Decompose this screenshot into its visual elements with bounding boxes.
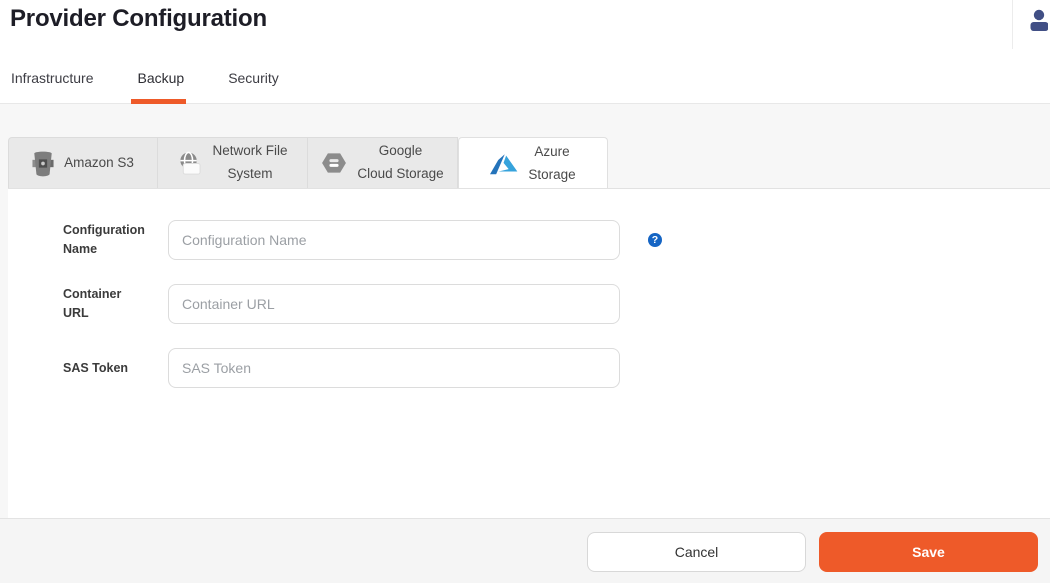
main-tabs: Infrastructure Backup Security: [11, 70, 279, 103]
tab-backup-label: Backup: [137, 70, 184, 86]
page-title: Provider Configuration: [10, 5, 267, 33]
provider-tab-label: Network File System: [212, 140, 287, 186]
google-cloud-storage-icon: [321, 152, 347, 174]
page-header: Provider Configuration Infrastructure Ba…: [0, 0, 1050, 104]
provider-tab-label: Amazon S3: [64, 152, 134, 175]
configuration-name-row: Configuration Name ?: [63, 189, 1050, 260]
help-icon[interactable]: ?: [648, 233, 662, 247]
sas-token-row: SAS Token: [63, 348, 1050, 388]
container-url-label: Container URL: [63, 285, 143, 323]
sas-token-input[interactable]: [168, 348, 620, 388]
configuration-name-input[interactable]: [168, 220, 620, 260]
configuration-name-label: Configuration Name: [63, 221, 143, 259]
provider-tab-azure-storage[interactable]: Azure Storage: [458, 137, 608, 190]
container-url-input[interactable]: [168, 284, 620, 324]
amazon-s3-icon: [32, 149, 54, 178]
tab-security[interactable]: Security: [228, 70, 279, 103]
tab-infrastructure[interactable]: Infrastructure: [11, 70, 93, 103]
provider-tab-label: Azure Storage: [528, 141, 575, 187]
container-url-row: Container URL: [63, 284, 1050, 324]
provider-tab-google-cloud-storage[interactable]: Google Cloud Storage: [308, 137, 458, 188]
provider-tab-label: Google Cloud Storage: [357, 140, 443, 186]
azure-storage-form: Configuration Name ? Container URL SAS T…: [8, 189, 1050, 518]
sas-token-label: SAS Token: [63, 359, 143, 378]
tab-infrastructure-label: Infrastructure: [11, 70, 93, 86]
network-file-system-icon: [177, 151, 202, 176]
azure-storage-icon: [490, 154, 518, 175]
active-tab-underline: [131, 99, 186, 104]
footer-bar: Cancel Save: [0, 518, 1050, 583]
provider-tab-network-file-system[interactable]: Network File System: [158, 137, 308, 188]
cancel-button[interactable]: Cancel: [587, 532, 806, 572]
tab-backup[interactable]: Backup: [137, 70, 184, 103]
footer-buttons: Cancel Save: [587, 532, 1038, 572]
provider-tab-amazon-s3[interactable]: Amazon S3: [8, 137, 158, 188]
provider-tabs: Amazon S3 Network File System Google Clo…: [8, 137, 1050, 188]
tab-security-label: Security: [228, 70, 279, 86]
save-button[interactable]: Save: [819, 532, 1038, 572]
user-icon[interactable]: [1028, 9, 1048, 37]
header-divider: [1012, 0, 1013, 49]
